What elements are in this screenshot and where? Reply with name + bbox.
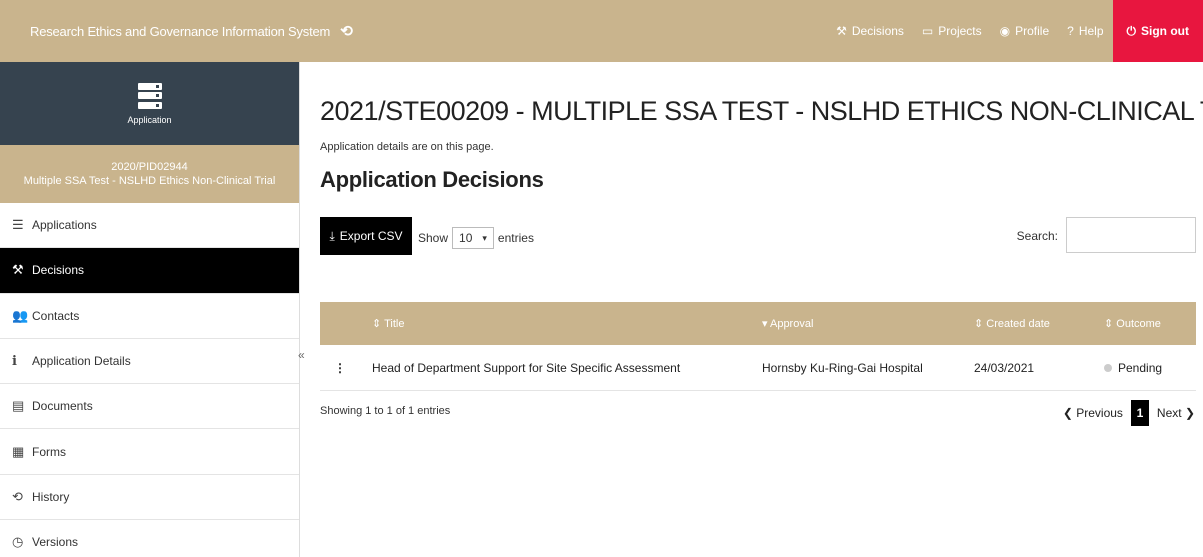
nav-help-label: Help: [1078, 24, 1104, 38]
nav-help[interactable]: ? Help: [1058, 0, 1112, 62]
main-content: 2021/STE00209 - MULTIPLE SSA TEST - NSLH…: [320, 62, 1203, 255]
sidebar-item-applications[interactable]: ☰ Applications: [0, 203, 299, 249]
server-icon: [137, 82, 162, 109]
section-title: Application Decisions: [320, 167, 544, 192]
project-id: 2020/PID02944: [111, 161, 188, 173]
column-title-label: Title: [384, 318, 405, 330]
history-icon[interactable]: ⟲: [340, 22, 353, 40]
cell-title: Head of Department Support for Site Spec…: [372, 360, 681, 375]
document-icon: ▤: [12, 398, 25, 414]
previous-label: Previous: [1076, 406, 1123, 420]
sidebar-item-contacts[interactable]: 👥 Contacts: [0, 294, 299, 339]
page-subtext: Application details are on this page.: [320, 141, 494, 153]
cell-created-date: 24/03/2021: [974, 360, 1035, 375]
nav-profile[interactable]: ◉ Profile: [991, 0, 1059, 62]
sidebar-item-versions[interactable]: ◷ Versions: [0, 520, 299, 557]
sidebar: Application 2020/PID02944 Multiple SSA T…: [0, 62, 300, 557]
project-box: 2020/PID02944 Multiple SSA Test - NSLHD …: [0, 145, 299, 203]
sidebar-item-forms[interactable]: ▦ Forms: [0, 429, 299, 475]
download-icon: ⤓: [329, 228, 335, 243]
table-row[interactable]: ⋮ Head of Department Support for Site Sp…: [320, 345, 1196, 391]
nav-decisions[interactable]: ⚒ Decisions: [827, 0, 913, 62]
application-label: Application: [127, 114, 172, 125]
sidebar-item-history[interactable]: ⟲ History: [0, 475, 299, 521]
sidebar-item-documents[interactable]: ▤ Documents: [0, 384, 299, 430]
column-header-title[interactable]: ⇕ Title: [372, 317, 762, 330]
entries-select[interactable]: 10 ▾: [452, 227, 494, 249]
next-page-button[interactable]: Next ❯: [1157, 406, 1195, 420]
column-header-outcome[interactable]: ⇕ Outcome: [1104, 317, 1196, 330]
next-label: Next: [1156, 406, 1182, 420]
decisions-table: ⇕ Title ▾ Approval ⇕ Created date ⇕ Outc…: [320, 302, 1196, 391]
top-nav: ⚒ Decisions ▭ Projects ◉ Profile ? Help …: [827, 0, 1203, 62]
sidebar-item-label: Contacts: [32, 308, 80, 323]
entries-value: 10: [459, 231, 473, 245]
top-bar: Research Ethics and Governance Informati…: [0, 0, 1203, 62]
page-title: 2021/STE00209 - MULTIPLE SSA TEST - NSLH…: [320, 96, 1203, 126]
sidebar-item-label: Documents: [32, 399, 93, 414]
form-icon: ▦: [12, 443, 25, 459]
column-date-label: Created date: [986, 318, 1050, 330]
nav-decisions-label: Decisions: [851, 24, 904, 38]
clock-icon: ◷: [12, 534, 24, 550]
sidebar-item-label: Applications: [32, 218, 97, 233]
column-approval-label: Approval: [769, 318, 814, 330]
export-csv-button[interactable]: ⤓ Export CSV: [320, 217, 412, 255]
server-icon: ☰: [12, 217, 24, 233]
sidebar-item-label: Decisions: [32, 263, 85, 278]
search-input[interactable]: [1066, 217, 1196, 253]
export-csv-label: Export CSV: [339, 229, 403, 243]
cell-outcome: Pending: [1104, 361, 1196, 375]
cell-approval: Hornsby Ku-Ring-Gai Hospital: [762, 360, 923, 375]
sign-out-label: Sign out: [1141, 24, 1189, 38]
table-info: Showing 1 to 1 of 1 entries: [320, 405, 451, 417]
sidebar-collapse-toggle[interactable]: «: [298, 348, 305, 362]
chevron-down-icon: ▾: [482, 232, 487, 243]
sidebar-item-label: Versions: [32, 535, 79, 550]
sidebar-item-application-details[interactable]: i Application Details: [0, 339, 299, 385]
nav-profile-label: Profile: [1015, 24, 1050, 38]
previous-page-button[interactable]: ❮ Previous: [1063, 406, 1123, 420]
monitor-icon: ▭: [921, 24, 934, 38]
power-icon: ⏻: [1126, 23, 1137, 38]
outcome-label: Pending: [1118, 360, 1163, 375]
sidebar-item-decisions[interactable]: ⚒ Decisions: [0, 248, 299, 294]
gavel-icon: ⚒: [836, 24, 847, 38]
table-controls: ⤓ Export CSV Show 10 ▾ entries Search:: [320, 217, 1196, 255]
entries-label: entries: [497, 231, 534, 245]
project-name: Multiple SSA Test - NSLHD Ethics Non-Cli…: [23, 175, 276, 187]
column-header-created-date[interactable]: ⇕ Created date: [974, 317, 1104, 330]
application-box[interactable]: Application: [0, 62, 299, 145]
table-header: ⇕ Title ▾ Approval ⇕ Created date ⇕ Outc…: [320, 302, 1196, 345]
column-outcome-label: Outcome: [1116, 318, 1161, 330]
sidebar-item-label: Application Details: [32, 354, 131, 369]
users-icon: 👥: [12, 307, 29, 323]
entries-length: Show 10 ▾ entries: [418, 227, 534, 249]
show-label: Show: [418, 231, 449, 245]
info-icon: i: [12, 353, 17, 369]
search-label: Search:: [1016, 229, 1058, 243]
pagination: ❮ Previous 1 Next ❯: [1063, 400, 1195, 426]
sidebar-item-label: Forms: [32, 444, 66, 459]
question-icon: ?: [1067, 24, 1074, 38]
nav-projects[interactable]: ▭ Projects: [913, 0, 991, 62]
history-icon: ⟲: [12, 488, 23, 504]
current-page-button[interactable]: 1: [1130, 400, 1149, 426]
gavel-icon: ⚒: [12, 262, 24, 278]
column-header-approval[interactable]: ▾ Approval: [762, 317, 974, 330]
status-dot-icon: [1104, 364, 1112, 373]
nav-projects-label: Projects: [938, 24, 982, 38]
sign-out-button[interactable]: ⏻ Sign out: [1112, 0, 1203, 62]
app-title[interactable]: Research Ethics and Governance Informati…: [0, 24, 330, 39]
sidebar-item-label: History: [32, 489, 70, 504]
row-menu-icon[interactable]: ⋮: [320, 361, 372, 375]
user-circle-icon: ◉: [999, 24, 1011, 38]
